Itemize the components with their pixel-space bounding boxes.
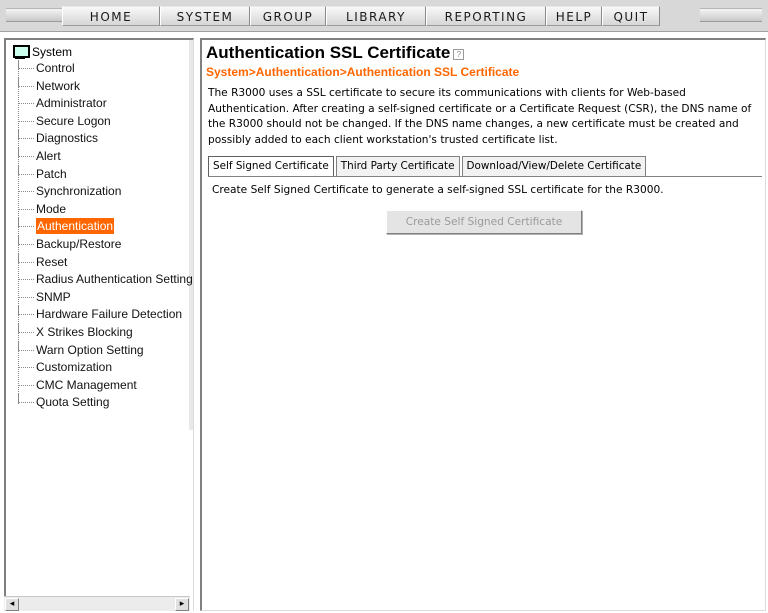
- menu-quit[interactable]: QUIT: [602, 6, 660, 26]
- menu-system[interactable]: SYSTEM: [160, 6, 250, 26]
- tree-item-diagnostics[interactable]: Diagnostics: [6, 130, 196, 148]
- tree-item-customization[interactable]: Customization: [6, 359, 196, 377]
- tree-item-administrator[interactable]: Administrator: [6, 95, 196, 113]
- tree-item-quota-setting[interactable]: Quota Setting: [6, 394, 196, 412]
- tree-root-label: System: [32, 45, 73, 59]
- tree-item-backup-restore[interactable]: Backup/Restore: [6, 235, 196, 254]
- menu-reporting[interactable]: REPORTING: [426, 6, 546, 26]
- tree-item-x-strikes-blocking[interactable]: X Strikes Blocking: [6, 323, 196, 342]
- tab-panel-border: [208, 176, 762, 177]
- tree-item-authentication[interactable]: Authentication: [6, 218, 196, 236]
- tree-item-hardware-failure-detection[interactable]: Hardware Failure Detection: [6, 306, 196, 324]
- tree-horizontal-scrollbar[interactable]: ◂ ▸: [4, 596, 190, 611]
- tab-third-party-certificate[interactable]: Third Party Certificate: [335, 156, 460, 176]
- tree-item-cmc-management[interactable]: CMC Management: [6, 376, 196, 395]
- create-self-signed-certificate-button[interactable]: Create Self Signed Certificate: [386, 210, 582, 234]
- menu-list: HOME SYSTEM GROUP LIBRARY REPORTING HELP…: [62, 6, 660, 26]
- scroll-right-arrow-icon[interactable]: ▸: [175, 598, 189, 611]
- tree-item-network[interactable]: Network: [6, 77, 196, 96]
- content-panel: Authentication SSL Certificate? System>A…: [200, 38, 766, 611]
- menu-rail-right: [700, 8, 762, 22]
- computer-icon: [12, 45, 30, 59]
- page-title-text: Authentication SSL Certificate: [206, 43, 451, 62]
- tree-item-synchronization[interactable]: Synchronization: [6, 183, 196, 201]
- menu-group[interactable]: GROUP: [250, 6, 326, 26]
- tab-download-view-delete-certificate[interactable]: Download/View/Delete Certificate: [461, 156, 647, 176]
- menu-rail-left: [6, 8, 62, 22]
- tree-item-radius-authentication-setting[interactable]: Radius Authentication Setting: [6, 271, 196, 289]
- tree-item-warn-option-setting[interactable]: Warn Option Setting: [6, 341, 196, 360]
- tree-item-mode[interactable]: Mode: [6, 200, 196, 219]
- scroll-left-arrow-icon[interactable]: ◂: [5, 598, 19, 611]
- tree-item-patch[interactable]: Patch: [6, 165, 196, 184]
- breadcrumb: System>Authentication>Authentication SSL…: [206, 65, 520, 79]
- page-description: The R3000 uses a SSL certificate to secu…: [208, 87, 752, 146]
- tree-item-alert[interactable]: Alert: [6, 147, 196, 166]
- certificate-tabs: Self Signed Certificate Third Party Cert…: [208, 156, 648, 176]
- navigation-tree: System Control Network Administrator Sec…: [4, 38, 194, 611]
- top-menu-bar: HOME SYSTEM GROUP LIBRARY REPORTING HELP…: [0, 0, 768, 32]
- tree-item-reset[interactable]: Reset: [6, 253, 196, 272]
- menu-home[interactable]: HOME: [62, 6, 160, 26]
- page-title: Authentication SSL Certificate?: [206, 43, 465, 63]
- help-icon[interactable]: ?: [453, 49, 465, 60]
- tree-item-control[interactable]: Control: [6, 60, 196, 78]
- tab-self-signed-certificate[interactable]: Self Signed Certificate: [208, 156, 334, 176]
- tree-root-system[interactable]: System: [12, 44, 72, 60]
- menu-help[interactable]: HELP: [546, 6, 602, 26]
- tree-item-snmp[interactable]: SNMP: [6, 288, 196, 307]
- menu-library[interactable]: LIBRARY: [326, 6, 426, 26]
- tree-items: Control Network Administrator Secure Log…: [6, 60, 196, 412]
- tab-panel-instructions: Create Self Signed Certificate to genera…: [212, 184, 664, 196]
- tree-item-secure-logon[interactable]: Secure Logon: [6, 112, 196, 131]
